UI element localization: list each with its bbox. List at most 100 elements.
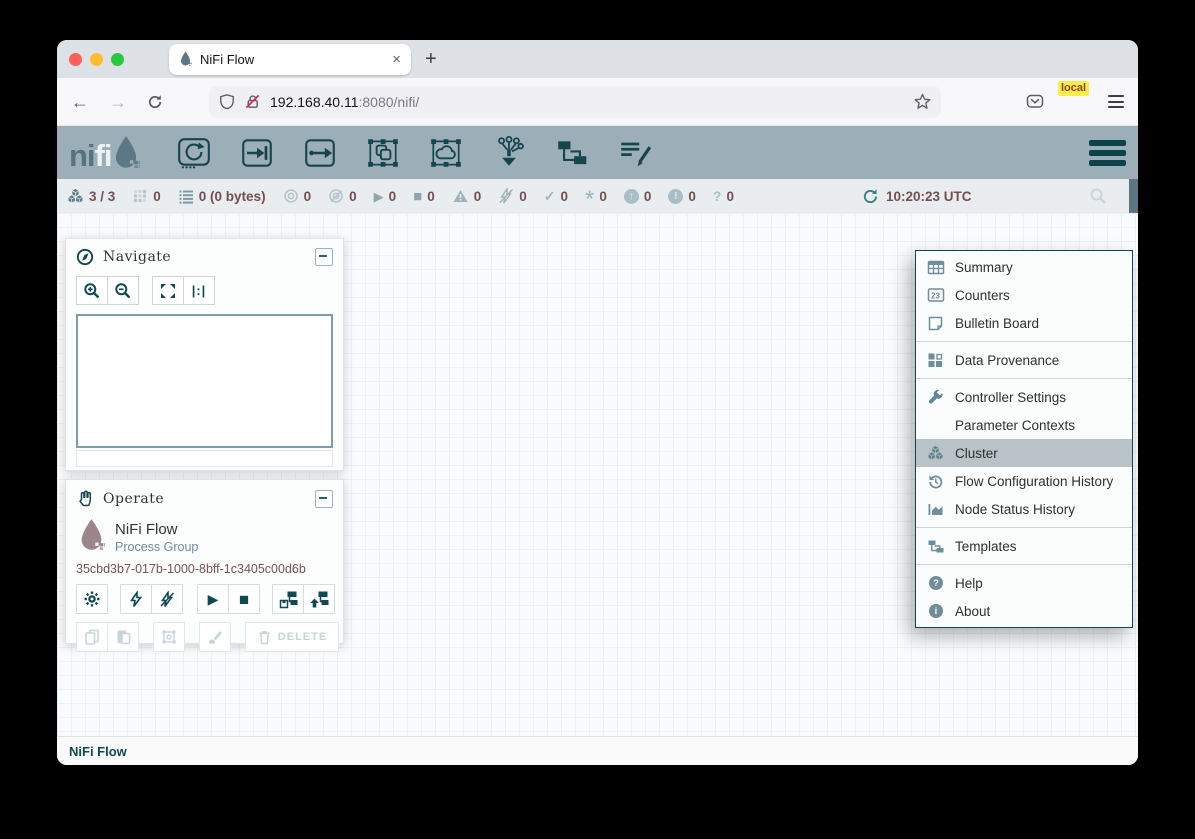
nifi-logo-ni: ni (69, 140, 95, 171)
menu-item-counters[interactable]: 23 Counters (916, 281, 1132, 309)
up-to-date-icon: ✓ (544, 189, 556, 203)
menu-item-label: Data Provenance (955, 353, 1059, 368)
trash-icon (257, 629, 272, 645)
status-transmitting: 0 (283, 188, 312, 204)
tab-close-icon[interactable]: × (392, 52, 401, 67)
selected-flow-id: 35cbd3b7-017b-1000-8bff-1c3405c00d6b (66, 554, 343, 576)
search-icon[interactable] (1089, 187, 1107, 205)
status-stale: ↑ 0 (624, 189, 652, 204)
menu-item-help[interactable]: ? Help (916, 569, 1132, 597)
status-running: ▶ 0 (374, 189, 397, 204)
account-badge: local (1058, 81, 1089, 96)
menu-item-summary[interactable]: Summary (916, 253, 1132, 281)
url-path: :8080/nifi/ (359, 94, 420, 110)
status-value: 0 (688, 189, 696, 204)
refresh-icon[interactable] (862, 188, 879, 205)
status-value: 0 (389, 189, 397, 204)
menu-item-bulletin-board[interactable]: Bulletin Board (916, 309, 1132, 337)
url-text[interactable]: 192.168.40.11:8080/nifi/ (270, 94, 419, 110)
zoom-actual-size-button[interactable]: |:| (183, 276, 215, 305)
selected-flow-name: NiFi Flow (115, 518, 198, 538)
compass-icon (76, 248, 94, 266)
configure-button[interactable] (76, 584, 108, 614)
operate-buttons-row-1: ▶ ■ (66, 576, 343, 614)
menu-item-node-status-history[interactable]: Node Status History (916, 495, 1132, 523)
delete-button[interactable]: DELETE (245, 622, 339, 652)
status-invalid: 0 (452, 188, 482, 204)
paste-button[interactable] (107, 622, 139, 652)
browser-window: NiFi Flow × + ← → 192.168.40.11:8080/nif… (57, 40, 1138, 765)
about-icon: i (926, 602, 945, 620)
statusbar-search-field[interactable] (1129, 179, 1138, 213)
locally-modified-stale-icon: ! (668, 189, 683, 204)
menu-item-controller-settings[interactable]: Controller Settings (916, 383, 1132, 411)
menu-item-label: Help (955, 576, 983, 591)
menu-divider (916, 378, 1132, 379)
stop-icon: ■ (239, 591, 249, 608)
new-tab-button[interactable]: + (425, 49, 437, 69)
enable-button[interactable] (120, 584, 152, 614)
global-menu-icon[interactable] (1089, 140, 1126, 166)
status-value: 0 (560, 189, 568, 204)
group-button[interactable] (153, 622, 185, 652)
url-bar[interactable]: 192.168.40.11:8080/nifi/ (209, 86, 941, 118)
menu-item-flow-configuration-history[interactable]: Flow Configuration History (916, 467, 1132, 495)
back-button[interactable]: ← (71, 93, 89, 111)
start-button[interactable]: ▶ (197, 584, 229, 614)
upload-template-button[interactable] (303, 584, 335, 614)
menu-item-label: Cluster (955, 446, 998, 461)
flow-status-bar: 3 / 3 0 0 (0 bytes) (57, 179, 1138, 213)
zoom-window-button[interactable] (111, 53, 124, 66)
collapse-navigate-button[interactable] (315, 248, 333, 266)
input-port-icon[interactable] (239, 135, 275, 171)
account-button[interactable]: local (1064, 90, 1088, 114)
process-group-icon[interactable] (365, 135, 401, 171)
status-value: 3 / 3 (89, 189, 115, 204)
forward-button[interactable]: → (109, 93, 127, 111)
change-color-button[interactable] (199, 622, 231, 652)
toolbar-right-cluster: local (1026, 90, 1124, 114)
node-status-history-icon (926, 500, 945, 518)
remote-process-group-icon[interactable] (428, 135, 464, 171)
bookmark-star-icon[interactable] (914, 93, 931, 110)
minimap-strip (76, 450, 333, 467)
status-up-to-date: ✓ 0 (544, 189, 568, 204)
sync-failure-icon: ? (713, 189, 722, 203)
zoom-out-button[interactable] (107, 276, 139, 305)
collapse-operate-button[interactable] (315, 490, 333, 508)
birdseye-minimap[interactable] (76, 314, 333, 448)
tab-favicon-nifi-drop-icon (179, 51, 192, 67)
close-window-button[interactable] (69, 53, 82, 66)
template-icon[interactable] (554, 135, 590, 171)
menu-item-parameter-contexts[interactable]: Parameter Contexts (916, 411, 1132, 439)
flow-configuration-history-icon (926, 472, 945, 490)
insecure-lock-icon[interactable] (244, 93, 261, 110)
stop-button[interactable]: ■ (228, 584, 260, 614)
output-port-icon[interactable] (302, 135, 338, 171)
create-template-button[interactable] (272, 584, 304, 614)
zoom-in-button[interactable] (76, 276, 108, 305)
browser-tab[interactable]: NiFi Flow × (169, 44, 411, 75)
pocket-icon[interactable] (1026, 93, 1044, 110)
shield-icon[interactable] (219, 93, 235, 110)
data-provenance-icon (926, 351, 945, 369)
menu-item-data-provenance[interactable]: Data Provenance (916, 346, 1132, 374)
copy-button[interactable] (76, 622, 108, 652)
menu-item-cluster[interactable]: Cluster (916, 439, 1132, 467)
breadcrumb-root[interactable]: NiFi Flow (69, 744, 127, 759)
nifi-logo-drop-icon (112, 135, 140, 171)
processor-icon[interactable] (176, 135, 212, 171)
minimize-window-button[interactable] (90, 53, 103, 66)
status-value: 0 (427, 189, 435, 204)
disable-button[interactable] (151, 584, 183, 614)
funnel-icon[interactable] (491, 135, 527, 171)
nifi-logo-fi: fi (95, 140, 112, 171)
zoom-fit-button[interactable] (152, 276, 184, 305)
status-locally-modified-stale: ! 0 (668, 189, 696, 204)
menu-item-about[interactable]: i About (916, 597, 1132, 625)
label-icon[interactable] (617, 135, 653, 171)
application-menu-icon[interactable] (1108, 95, 1124, 108)
templates-icon (926, 537, 945, 555)
reload-button[interactable] (147, 94, 163, 110)
menu-item-templates[interactable]: Templates (916, 532, 1132, 560)
